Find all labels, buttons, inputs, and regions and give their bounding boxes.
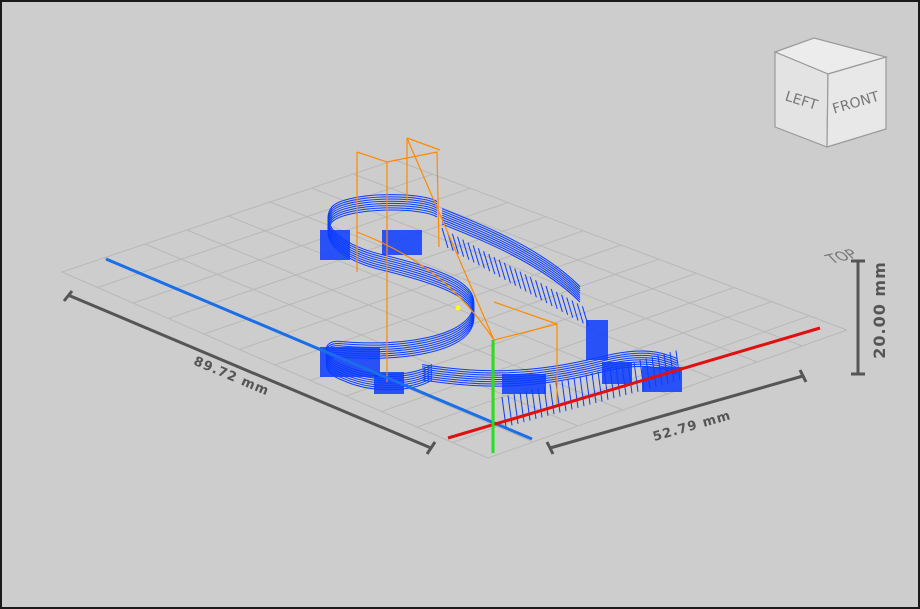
infill-line <box>579 376 585 407</box>
y-axis <box>105 257 533 441</box>
toolpath <box>320 194 682 428</box>
infill-line <box>597 371 603 402</box>
toolpath-layer <box>421 361 678 383</box>
view-cube[interactable]: TOP LEFT FRONT <box>773 37 889 267</box>
infill-line <box>585 374 591 405</box>
tool-cursor <box>455 305 461 311</box>
infill-block <box>602 362 632 384</box>
infill-line <box>567 379 573 410</box>
infill-block <box>502 374 546 394</box>
3d-viewport[interactable]: 89.72 mm 52.79 mm 20.00 mm TOP LEFT FRON… <box>0 0 920 609</box>
height-dimension: 20.00 mm <box>851 259 889 376</box>
infill-block <box>586 320 608 360</box>
toolpath-layer <box>421 354 678 376</box>
toolpath-layer <box>421 357 678 378</box>
infill-block <box>320 230 350 260</box>
infill-block <box>382 230 422 255</box>
view-cube-top-label: TOP <box>821 246 862 267</box>
infill-line <box>549 384 555 415</box>
scene-canvas[interactable]: 89.72 mm 52.79 mm 20.00 mm TOP LEFT FRON… <box>2 2 918 607</box>
width-dimension-label: 52.79 mm <box>651 408 733 445</box>
infill-line <box>573 377 579 408</box>
toolpath-layer <box>421 350 678 372</box>
height-dimension-label: 20.00 mm <box>870 261 889 359</box>
